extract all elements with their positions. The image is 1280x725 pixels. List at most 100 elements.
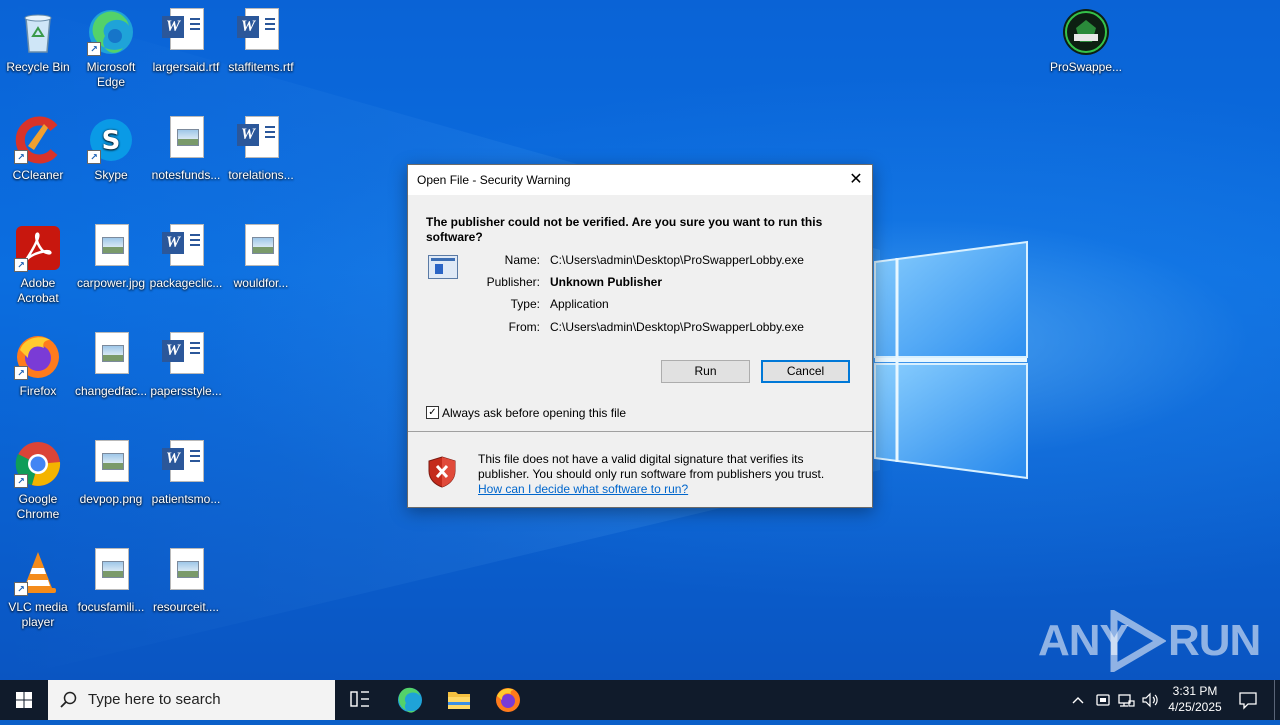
windows-start-icon	[16, 692, 32, 708]
help-link[interactable]: How can I decide what software to run?	[478, 482, 853, 497]
anyrun-watermark: ANY RUN	[1038, 608, 1261, 672]
desktop-icon-patientsmo[interactable]: W patientsmo...	[148, 440, 224, 507]
desktop-icon-packageclic[interactable]: W packageclic...	[148, 224, 224, 291]
desktop-icon-label: notesfunds...	[151, 168, 221, 182]
firefox-icon	[496, 688, 520, 712]
taskbar: Type here to search 3:31 PM 4/25/2025	[0, 680, 1280, 720]
desktop-icon-acrobat[interactable]: ↗ Adobe Acrobat	[0, 224, 76, 306]
taskbar-clock[interactable]: 3:31 PM 4/25/2025	[1160, 683, 1230, 715]
shortcut-arrow-icon: ↗	[87, 42, 101, 56]
desktop-icon-torelations[interactable]: W torelations...	[223, 116, 299, 183]
desktop-icon-wouldfor[interactable]: wouldfor...	[223, 224, 299, 291]
network-button[interactable]	[1116, 690, 1136, 710]
edge-icon	[398, 687, 422, 713]
tray-device-button[interactable]	[1093, 690, 1113, 710]
desktop-icon-label: staffitems.rtf	[228, 60, 294, 74]
desktop-icon-notesfunds[interactable]: notesfunds...	[148, 116, 224, 183]
desktop-icon-focusfamili[interactable]: focusfamili...	[73, 548, 149, 615]
desktop-icon-label: packageclic...	[149, 276, 223, 290]
skype-icon: S ↗	[87, 116, 135, 164]
taskbar-firefox-button[interactable]	[484, 680, 532, 720]
security-shield-icon	[428, 456, 456, 488]
taskbar-file-explorer-button[interactable]	[435, 680, 483, 720]
word-document-icon: W	[162, 440, 210, 488]
image-file-icon	[87, 440, 135, 488]
signature-warning-text: This file does not have a valid digital …	[478, 452, 825, 481]
desktop-icon-recycle-bin[interactable]: Recycle Bin	[0, 8, 76, 75]
proswapper-icon	[1062, 8, 1110, 56]
close-button[interactable]: ✕	[840, 165, 872, 195]
footer-message: This file does not have a valid digital …	[478, 452, 853, 497]
desktop-icon-label: patientsmo...	[151, 492, 221, 506]
task-view-button[interactable]	[336, 680, 384, 720]
clock-date: 4/25/2025	[1168, 700, 1222, 714]
shortcut-arrow-icon: ↗	[14, 150, 28, 164]
task-view-icon	[350, 691, 369, 707]
desktop-icon-label: wouldfor...	[233, 276, 289, 290]
desktop-icon-skype[interactable]: S ↗ Skype	[73, 116, 149, 183]
volume-button[interactable]	[1140, 690, 1160, 710]
desktop-icon-firefox[interactable]: ↗ Firefox	[0, 332, 76, 399]
network-icon	[1118, 694, 1135, 707]
desktop-icon-label: devpop.png	[79, 492, 143, 506]
desktop-icon-proswapper[interactable]: ProSwappe...	[1047, 8, 1125, 75]
always-ask-label[interactable]: Always ask before opening this file	[442, 406, 626, 420]
image-file-icon	[162, 116, 210, 164]
image-file-icon	[237, 224, 285, 272]
image-file-icon	[87, 548, 135, 596]
chrome-icon: ↗	[14, 440, 62, 488]
desktop-icon-resourceit[interactable]: resourceit....	[148, 548, 224, 615]
desktop-icon-largersaid[interactable]: W largersaid.rtf	[148, 8, 224, 75]
type-value: Application	[550, 297, 609, 311]
taskbar-search-box[interactable]: Type here to search	[48, 680, 335, 720]
desktop-icon-changedfac[interactable]: changedfac...	[73, 332, 149, 399]
desktop-icon-papersstyle[interactable]: W papersstyle...	[148, 332, 224, 399]
desktop-icon-label: resourceit....	[152, 600, 220, 614]
shortcut-arrow-icon: ↗	[14, 366, 28, 380]
desktop-icon-staffitems[interactable]: W staffitems.rtf	[223, 8, 299, 75]
image-file-icon	[162, 548, 210, 596]
cancel-button[interactable]: Cancel	[761, 360, 850, 383]
warning-question: The publisher could not be verified. Are…	[426, 215, 823, 244]
desktop-icon-chrome[interactable]: ↗ Google Chrome	[0, 440, 76, 522]
volume-icon	[1142, 692, 1158, 708]
svg-text:S: S	[102, 126, 121, 156]
desktop-icon-vlc[interactable]: ↗ VLC media player	[0, 548, 76, 630]
from-label: From:	[508, 320, 540, 334]
edge-icon: ↗	[87, 8, 135, 56]
desktop-icon-ccleaner[interactable]: ↗ CCleaner	[0, 116, 76, 183]
shortcut-arrow-icon: ↗	[14, 474, 28, 488]
publisher-value: Unknown Publisher	[550, 275, 663, 289]
desktop-icon-label: Recycle Bin	[6, 60, 70, 74]
show-hidden-icons-button[interactable]	[1068, 690, 1088, 710]
word-document-icon: W	[237, 116, 285, 164]
start-button[interactable]	[0, 680, 48, 720]
taskbar-edge-button[interactable]	[386, 680, 434, 720]
device-icon	[1096, 694, 1110, 706]
search-icon	[60, 691, 77, 708]
dialog-titlebar[interactable]: Open File - Security Warning ✕	[408, 165, 872, 195]
run-button[interactable]: Run	[661, 360, 750, 383]
search-placeholder: Type here to search	[88, 691, 221, 708]
notifications-button[interactable]	[1237, 690, 1259, 710]
desktop-icon-carpower[interactable]: carpower.jpg	[73, 224, 149, 291]
vlc-icon: ↗	[14, 548, 62, 596]
desktop-icon-label: ProSwappe...	[1049, 60, 1123, 74]
desktop-icon-devpop[interactable]: devpop.png	[73, 440, 149, 507]
word-document-icon: W	[162, 332, 210, 380]
name-value: C:\Users\admin\Desktop\ProSwapperLobby.e…	[550, 253, 804, 267]
image-file-icon	[87, 332, 135, 380]
name-label: Name:	[504, 253, 540, 267]
security-warning-dialog: Open File - Security Warning ✕ The publi…	[407, 164, 873, 508]
publisher-label: Publisher:	[486, 275, 540, 289]
notification-icon	[1239, 692, 1257, 710]
always-ask-checkbox[interactable]: ✓	[426, 406, 439, 419]
show-desktop-button[interactable]	[1274, 680, 1275, 720]
acrobat-icon: ↗	[14, 224, 62, 272]
play-logo-icon	[1110, 610, 1166, 672]
desktop-icon-label: CCleaner	[12, 168, 64, 182]
desktop-icon-label: carpower.jpg	[76, 276, 146, 290]
ccleaner-icon: ↗	[14, 116, 62, 164]
desktop-icon-edge[interactable]: ↗ Microsoft Edge	[73, 8, 149, 90]
desktop-icon-label: Adobe Acrobat	[17, 276, 59, 305]
